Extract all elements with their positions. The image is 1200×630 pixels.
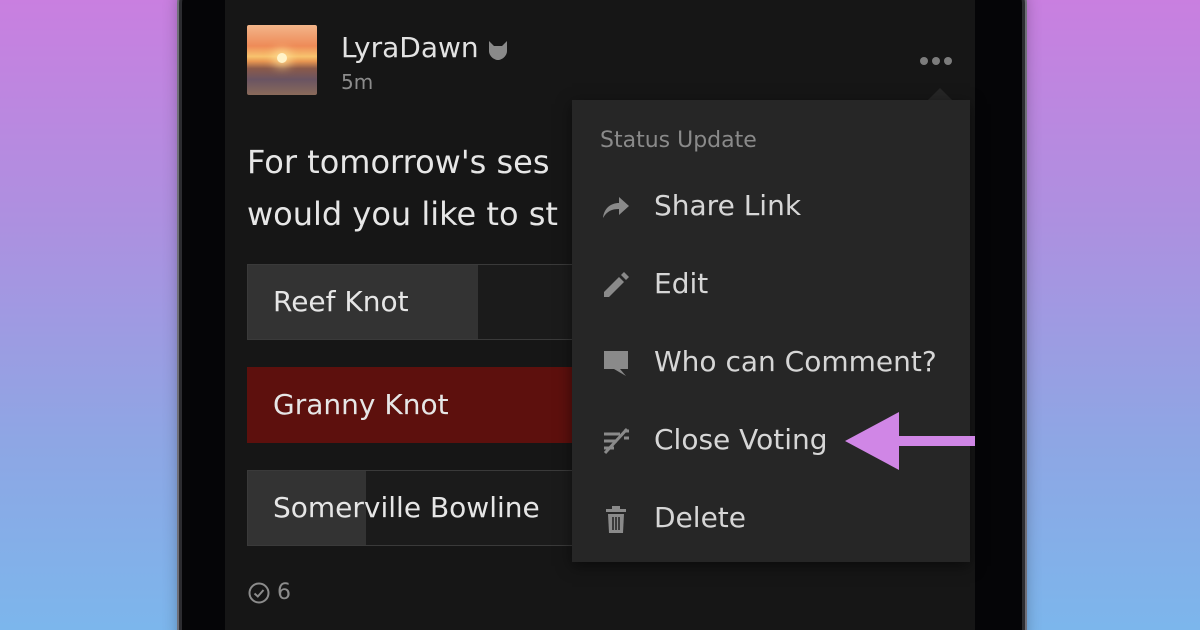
menu-item-edit[interactable]: Edit [572, 254, 970, 314]
vote-count-value: 6 [277, 580, 291, 605]
menu-item-label: Who can Comment? [654, 345, 937, 378]
post-text-line: would you like to st [247, 195, 558, 233]
post-text: For tomorrow's ses would you like to st [247, 136, 577, 240]
badge-icon [489, 41, 507, 60]
poll-option-somerville-bowline[interactable]: Somerville Bowline [247, 470, 577, 546]
trash-icon [606, 506, 626, 533]
menu-item-label: Edit [654, 267, 709, 300]
post-timestamp: 5m [341, 70, 374, 94]
menu-item-delete[interactable]: Delete [572, 488, 970, 548]
close-voting-icon [603, 427, 629, 455]
poll-option-label: Somerville Bowline [273, 491, 540, 524]
avatar[interactable] [247, 25, 317, 95]
author-name[interactable]: LyraDawn [341, 30, 479, 66]
poll-option-granny-knot[interactable]: Granny Knot [247, 367, 577, 443]
comment-icon [604, 351, 628, 376]
menu-item-who-can-comment[interactable]: Who can Comment? [572, 332, 970, 392]
menu-item-label: Close Voting [654, 423, 828, 456]
menu-item-label: Delete [654, 501, 746, 534]
more-dot-icon [944, 57, 952, 65]
dropdown-caret [928, 88, 952, 100]
pencil-icon [604, 272, 629, 297]
menu-item-share-link[interactable]: Share Link [572, 176, 970, 236]
highlight-arrow-icon [845, 412, 975, 470]
check-circle-icon [248, 582, 270, 603]
vote-count: 6 [247, 580, 291, 605]
more-dot-icon [932, 57, 940, 65]
poll-option-label: Reef Knot [273, 285, 409, 318]
more-dot-icon [920, 57, 928, 65]
share-icon [603, 197, 629, 218]
post-text-line: For tomorrow's ses [247, 143, 550, 181]
more-options-button[interactable] [914, 50, 958, 72]
post-options-menu: Status Update Share Link Edit Who can Co… [572, 100, 970, 562]
poll-option-reef-knot[interactable]: Reef Knot [247, 264, 577, 340]
menu-header: Status Update [600, 128, 757, 153]
poll-option-label: Granny Knot [273, 388, 449, 421]
menu-item-label: Share Link [654, 189, 802, 222]
